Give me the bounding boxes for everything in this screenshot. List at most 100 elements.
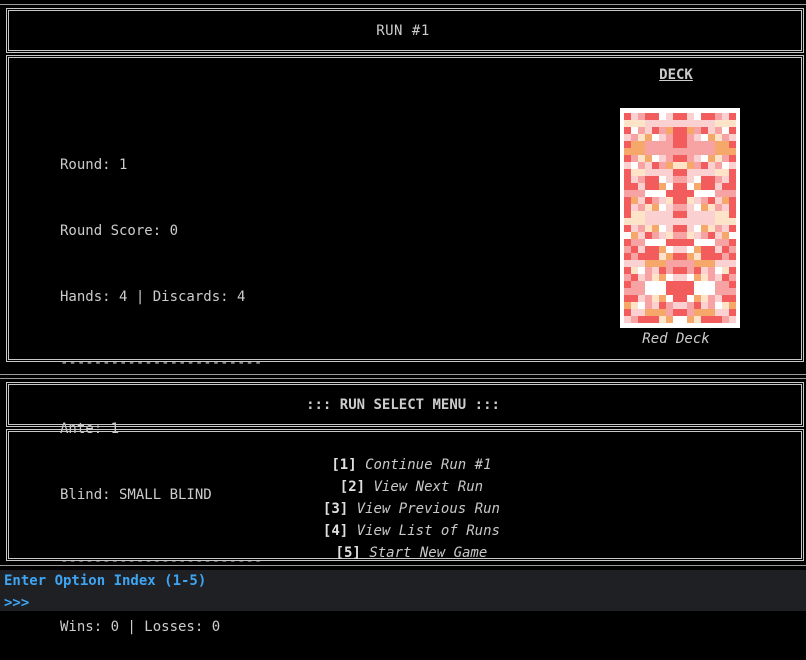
- deck-card-pixel: [638, 141, 645, 148]
- deck-card-pixel: [673, 169, 680, 176]
- deck-card-pixel: [659, 134, 666, 141]
- deck-card-pixel: [722, 218, 729, 225]
- deck-card-pixel: [694, 281, 701, 288]
- deck-card-pixel: [687, 225, 694, 232]
- deck-card-pixel: [666, 316, 673, 323]
- deck-card-pixel: [701, 260, 708, 267]
- deck-card-pixel: [624, 239, 631, 246]
- deck-card-pixel: [631, 197, 638, 204]
- deck-card-pixel: [715, 190, 722, 197]
- deck-card-pixel: [624, 302, 631, 309]
- deck-card-pixel: [708, 169, 715, 176]
- deck-card-pixel: [680, 274, 687, 281]
- deck-card-pixel: [729, 253, 736, 260]
- deck-card-pixel: [680, 316, 687, 323]
- deck-card-pixel: [631, 176, 638, 183]
- deck-card-pixel: [701, 176, 708, 183]
- input-caret[interactable]: >>>: [4, 595, 29, 611]
- deck-card-pixel: [729, 281, 736, 288]
- deck-card-pixel: [722, 316, 729, 323]
- deck-card-pixel: [659, 316, 666, 323]
- deck-card-pixel: [701, 225, 708, 232]
- deck-card-pixel: [673, 316, 680, 323]
- menu-option-view-previous-run[interactable]: [3] View Previous Run: [0, 485, 806, 517]
- menu-option-continue-run[interactable]: [1] Continue Run #1: [0, 441, 806, 473]
- deck-card-pixel: [652, 281, 659, 288]
- deck-card-pixel: [687, 295, 694, 302]
- deck-card-pixel: [687, 204, 694, 211]
- deck-card-pixel: [729, 316, 736, 323]
- deck-card-pixel: [631, 134, 638, 141]
- deck-card-pixel: [652, 260, 659, 267]
- deck-card-pixel: [687, 218, 694, 225]
- deck-card-pixel: [687, 246, 694, 253]
- deck-card-pixel: [631, 190, 638, 197]
- deck-card-pixel: [659, 253, 666, 260]
- deck-card-pixel: [666, 120, 673, 127]
- deck-card-pixel: [694, 183, 701, 190]
- deck-card-pixel: [687, 232, 694, 239]
- menu-option-view-next-run[interactable]: [2] View Next Run: [0, 463, 806, 495]
- deck-card-pixel: [666, 302, 673, 309]
- deck-card-pixel: [673, 127, 680, 134]
- deck-card-pixel: [652, 141, 659, 148]
- deck-card-pixel: [680, 183, 687, 190]
- deck-card-pixel: [694, 274, 701, 281]
- deck-card-pixel: [652, 218, 659, 225]
- deck-card-pixel: [722, 183, 729, 190]
- menu-option-start-new-game[interactable]: [5] Start New Game: [0, 529, 806, 561]
- deck-card-pixel: [631, 148, 638, 155]
- deck-card-pixel: [659, 169, 666, 176]
- deck-card-pixel: [722, 253, 729, 260]
- run-title: RUN #1: [376, 23, 430, 39]
- deck-card-pixel: [666, 176, 673, 183]
- deck-card-pixel: [708, 232, 715, 239]
- deck-card-pixel: [708, 134, 715, 141]
- deck-card-pixel: [708, 113, 715, 120]
- deck-card-pixel: [701, 120, 708, 127]
- deck-card-pixel: [687, 211, 694, 218]
- deck-card-pixel: [624, 204, 631, 211]
- deck-card-pixel: [722, 134, 729, 141]
- deck-card-pixel: [708, 274, 715, 281]
- menu-option-view-list-of-runs[interactable]: [4] View List of Runs: [0, 507, 806, 539]
- deck-card-pixel: [624, 281, 631, 288]
- deck-card-pixel: [624, 169, 631, 176]
- deck-card-pixel: [659, 120, 666, 127]
- deck-card-pixel: [729, 232, 736, 239]
- deck-card-pixel: [715, 288, 722, 295]
- deck-card-pixel: [645, 197, 652, 204]
- deck-card-pixel: [645, 281, 652, 288]
- deck-card-pixel: [687, 113, 694, 120]
- deck-card-pixel: [701, 162, 708, 169]
- deck-card-pixel: [659, 155, 666, 162]
- deck-card-pixel: [687, 281, 694, 288]
- deck-card-pixel: [715, 134, 722, 141]
- deck-card-pixel: [708, 225, 715, 232]
- deck-card-image: [620, 108, 740, 328]
- deck-card-pixel: [708, 204, 715, 211]
- deck-card-pixel: [631, 274, 638, 281]
- deck-card-pixel: [638, 197, 645, 204]
- deck-card-pixel: [631, 141, 638, 148]
- deck-card-pixel: [722, 120, 729, 127]
- deck-card-pixel: [631, 120, 638, 127]
- deck-card-pixel: [673, 162, 680, 169]
- deck-card-pixel: [729, 267, 736, 274]
- deck-card-pixel: [694, 134, 701, 141]
- deck-card-pixel: [694, 148, 701, 155]
- deck-card-pixel: [659, 267, 666, 274]
- deck-card-pixel: [722, 113, 729, 120]
- deck-card-pixel: [715, 309, 722, 316]
- deck-card-pixel: [701, 232, 708, 239]
- deck-card-pixel: [729, 197, 736, 204]
- deck-card-pixel: [624, 211, 631, 218]
- deck-card-pixel: [659, 190, 666, 197]
- deck-card-pixel: [624, 309, 631, 316]
- deck-card-pixel: [694, 176, 701, 183]
- deck-card-pixel: [729, 162, 736, 169]
- deck-card-pixel: [638, 288, 645, 295]
- deck-card-pixel: [631, 288, 638, 295]
- deck-card-pixel: [638, 176, 645, 183]
- deck-card-pixel: [645, 274, 652, 281]
